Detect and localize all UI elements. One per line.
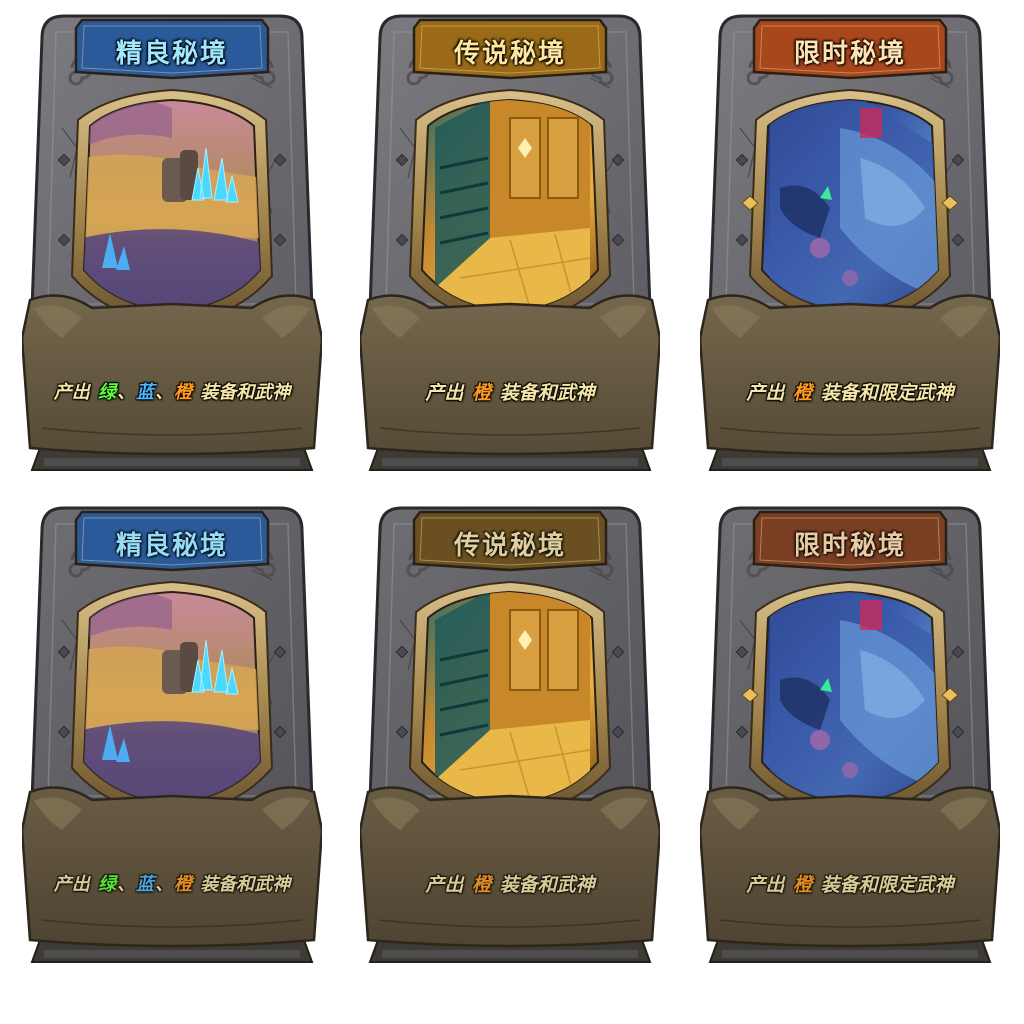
reward-description: 产出 橙 装备和武神 [380, 870, 640, 897]
card-title: 限时秘境 [793, 531, 906, 561]
dungeon-card[interactable]: 限时秘境 产出 橙 装备和限定武神 [700, 500, 1000, 970]
reward-description: 产出 橙 装备和武神 [380, 378, 640, 405]
tier-orange: 橙 [471, 874, 491, 896]
desc-prefix: 产出 [53, 382, 90, 403]
tier-orange: 橙 [792, 382, 812, 404]
tier-separator: 、 [117, 382, 135, 403]
card-title: 限时秘境 [793, 39, 906, 69]
tier-green: 绿 [98, 874, 116, 895]
tier-blue: 蓝 [136, 874, 154, 895]
desc-suffix: 装备和限定武神 [820, 874, 954, 896]
reward-description: 产出 绿、蓝、橙 装备和武神 [42, 378, 302, 404]
dungeon-card[interactable]: 精良秘境 产出 绿、蓝、橙 装备和武神 [22, 8, 322, 478]
card-title: 精良秘境 [115, 531, 228, 561]
desc-suffix: 装备和限定武神 [820, 382, 954, 404]
reward-description: 产出 绿、蓝、橙 装备和武神 [42, 870, 302, 896]
tier-orange: 橙 [174, 382, 192, 403]
golden-hall-scene [435, 592, 591, 801]
desc-suffix: 装备和武神 [499, 382, 595, 404]
tier-orange: 橙 [174, 874, 192, 895]
desc-prefix: 产出 [53, 874, 90, 895]
card-title: 传说秘境 [453, 39, 566, 69]
card-frame [22, 14, 322, 471]
tier-green: 绿 [98, 382, 116, 403]
desc-suffix: 装备和武神 [200, 874, 291, 895]
card-title: 精良秘境 [115, 39, 228, 69]
desc-suffix: 装备和武神 [499, 874, 595, 896]
reward-description: 产出 橙 装备和限定武神 [720, 378, 980, 405]
dungeon-card[interactable]: 限时秘境 产出 橙 装备和限定武神 [700, 8, 1000, 478]
desc-prefix: 产出 [425, 382, 464, 404]
golden-hall-scene [435, 100, 591, 309]
card-frame [700, 14, 1000, 471]
tier-blue: 蓝 [136, 382, 154, 403]
card-frame [360, 506, 660, 963]
card-frame [360, 14, 660, 471]
desc-prefix: 产出 [425, 874, 464, 896]
card-title: 传说秘境 [453, 531, 566, 561]
tier-separator: 、 [155, 382, 173, 403]
dungeon-card[interactable]: 精良秘境 产出 绿、蓝、橙 装备和武神 [22, 500, 322, 970]
card-frame [22, 506, 322, 963]
tier-separator: 、 [117, 874, 135, 895]
tier-separator: 、 [155, 874, 173, 895]
dungeon-card[interactable]: 传说秘境 产出 橙 装备和武神 [360, 500, 660, 970]
desc-suffix: 装备和武神 [200, 382, 291, 403]
dungeon-card[interactable]: 传说秘境 产出 橙 装备和武神 [360, 8, 660, 478]
desc-prefix: 产出 [746, 874, 785, 896]
desc-prefix: 产出 [746, 382, 785, 404]
tier-orange: 橙 [471, 382, 491, 404]
reward-description: 产出 橙 装备和限定武神 [720, 870, 980, 897]
tier-orange: 橙 [792, 874, 812, 896]
card-frame [700, 506, 1000, 963]
